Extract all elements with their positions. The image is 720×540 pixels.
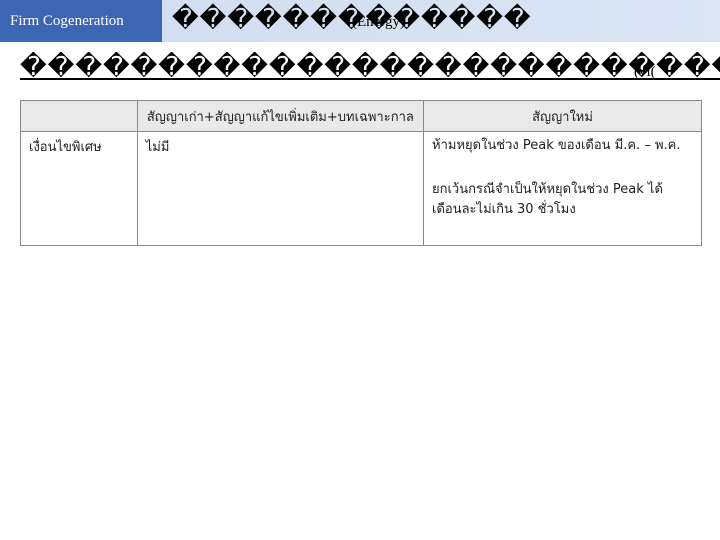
table-header-new-contract: สัญญาใหม่ [423,100,702,132]
new-contract-para-2: ยกเว้นกรณีจำเป็นให้หยุดในช่วง Peak ได้ เ… [432,182,663,217]
table-header-blank [20,100,138,132]
table-header-old-contract: สัญญาเก่า+สัญญาแก้ไขเพิ่มเติม+บทเฉพาะกาล [136,100,425,132]
new-contract-para-1: ห้ามหยุดในช่วง Peak ของเดือน มี.ค. – พ.ค… [432,138,681,153]
row-label: เงื่อนไขพิเศษ [20,131,138,246]
conditions-table: สัญญาเก่า+สัญญาแก้ไขเพิ่มเติม+บทเฉพาะกาล… [20,100,702,246]
table-row: เงื่อนไขพิเศษ ไม่มี ห้ามหยุดในช่วง Peak … [20,131,702,246]
table-header-row: สัญญาเก่า+สัญญาแก้ไขเพิ่มเติม+บทเฉพาะกาล… [20,100,702,132]
header-subtitle: (Energy) [352,14,406,30]
old-contract-cell: ไม่มี [136,131,425,246]
header-tab: Firm Cogeneration [0,0,162,42]
new-contract-cell: ห้ามหยุดในช่วง Peak ของเดือน มี.ค. – พ.ค… [423,131,702,246]
section-heading-sub: (vi( [634,64,656,80]
section-heading: ����������������������������� [20,52,720,82]
